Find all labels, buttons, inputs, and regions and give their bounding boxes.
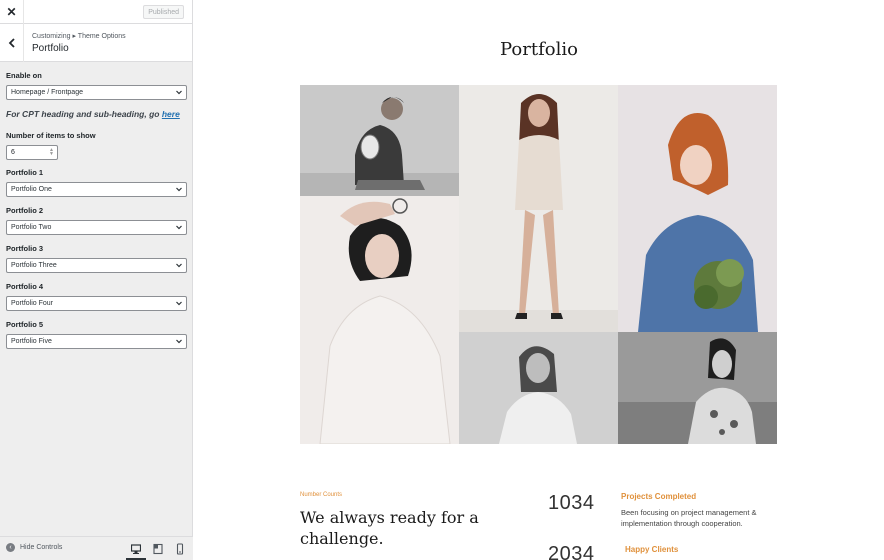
section-header: Customizing ▸ Theme Options Portfolio <box>0 24 192 62</box>
portfolio-2-select[interactable]: Portfolio Two <box>6 220 187 235</box>
items-to-show-input[interactable]: 6 ▲ ▼ <box>6 145 58 160</box>
mobile-preview-button[interactable] <box>175 542 185 555</box>
desktop-preview-button[interactable] <box>126 542 146 560</box>
number-counts-heading: We always ready for a challenge. <box>300 508 479 548</box>
number-counts-kicker: Number Counts <box>300 492 343 498</box>
portrait-image <box>459 332 618 444</box>
portrait-image <box>618 85 777 332</box>
published-button[interactable]: Published <box>143 5 184 19</box>
items-to-show-label: Number of items to show <box>6 131 96 140</box>
site-preview: Portfolio Number Counts We always ready … <box>194 0 884 560</box>
portrait-image <box>618 332 777 444</box>
portfolio-2-value: Portfolio Two <box>11 224 52 231</box>
customizer-sidebar: ✕ Published Customizing ▸ Theme Options … <box>0 0 193 560</box>
number-spinner-icon[interactable]: ▲ ▼ <box>49 148 54 157</box>
collapse-icon: ‹ <box>6 543 15 552</box>
customizer-topbar: ✕ Published <box>0 0 192 24</box>
desktop-icon <box>130 544 142 554</box>
stat-description: Been focusing on project management & im… <box>621 508 757 528</box>
cpt-here-link[interactable]: here <box>162 109 180 119</box>
portfolio-heading: Portfolio <box>500 39 578 60</box>
portfolio-photo-2[interactable] <box>300 196 459 444</box>
portfolio-photo-4[interactable] <box>618 85 777 332</box>
stat-title: Projects Completed <box>621 492 697 501</box>
portfolio-4-value: Portfolio Four <box>11 300 54 307</box>
portrait-image <box>459 85 618 332</box>
stat-number: 2034 <box>548 543 595 560</box>
mobile-icon <box>176 543 184 555</box>
close-icon: ✕ <box>6 5 17 19</box>
portfolio-photo-3[interactable] <box>459 85 618 332</box>
portfolio-5-label: Portfolio 5 <box>6 320 44 329</box>
back-button[interactable] <box>0 24 24 62</box>
chevron-down-icon <box>176 225 182 230</box>
portfolio-grid <box>300 85 777 444</box>
chevron-down-icon <box>176 339 182 344</box>
enable-on-value: Homepage / Frontpage <box>11 89 83 96</box>
enable-on-label: Enable on <box>6 71 42 80</box>
enable-on-select[interactable]: Homepage / Frontpage <box>6 85 187 100</box>
items-to-show-value: 6 <box>11 149 15 156</box>
portfolio-photo-6[interactable] <box>618 332 777 444</box>
chevron-down-icon <box>176 187 182 192</box>
hide-controls-label: Hide Controls <box>20 544 63 551</box>
device-switcher <box>126 542 185 560</box>
portfolio-5-value: Portfolio Five <box>11 338 52 345</box>
section-title: Portfolio <box>32 43 69 54</box>
breadcrumb: Customizing ▸ Theme Options <box>32 33 126 40</box>
portfolio-photo-1[interactable] <box>300 85 459 196</box>
controls-panel: Enable on Homepage / Frontpage For CPT h… <box>0 62 192 349</box>
hide-controls-button[interactable]: ‹ Hide Controls <box>6 543 62 552</box>
cpt-note-text: For CPT heading and sub-heading, go <box>6 109 160 119</box>
chevron-down-icon <box>176 263 182 268</box>
chevron-left-icon <box>8 38 15 48</box>
portrait-image <box>300 196 459 444</box>
portfolio-1-value: Portfolio One <box>11 186 52 193</box>
portfolio-3-value: Portfolio Three <box>11 262 57 269</box>
portfolio-5-select[interactable]: Portfolio Five <box>6 334 187 349</box>
tablet-icon <box>153 543 163 555</box>
chevron-down-icon <box>176 90 182 95</box>
portfolio-photo-5[interactable] <box>459 332 618 444</box>
portfolio-1-label: Portfolio 1 <box>6 168 44 177</box>
cpt-note: For CPT heading and sub-heading, go here <box>6 109 186 119</box>
portfolio-4-label: Portfolio 4 <box>6 282 44 291</box>
stat-number: 1034 <box>548 492 595 514</box>
portrait-image <box>300 85 459 196</box>
portfolio-1-select[interactable]: Portfolio One <box>6 182 187 197</box>
stat-title: Happy Clients <box>625 545 679 554</box>
close-customizer-button[interactable]: ✕ <box>0 0 24 24</box>
customizer-footer: ‹ Hide Controls <box>0 536 193 560</box>
portfolio-3-label: Portfolio 3 <box>6 244 44 253</box>
portfolio-2-label: Portfolio 2 <box>6 206 44 215</box>
chevron-down-icon <box>176 301 182 306</box>
portfolio-4-select[interactable]: Portfolio Four <box>6 296 187 311</box>
tablet-preview-button[interactable] <box>153 542 163 555</box>
portfolio-3-select[interactable]: Portfolio Three <box>6 258 187 273</box>
